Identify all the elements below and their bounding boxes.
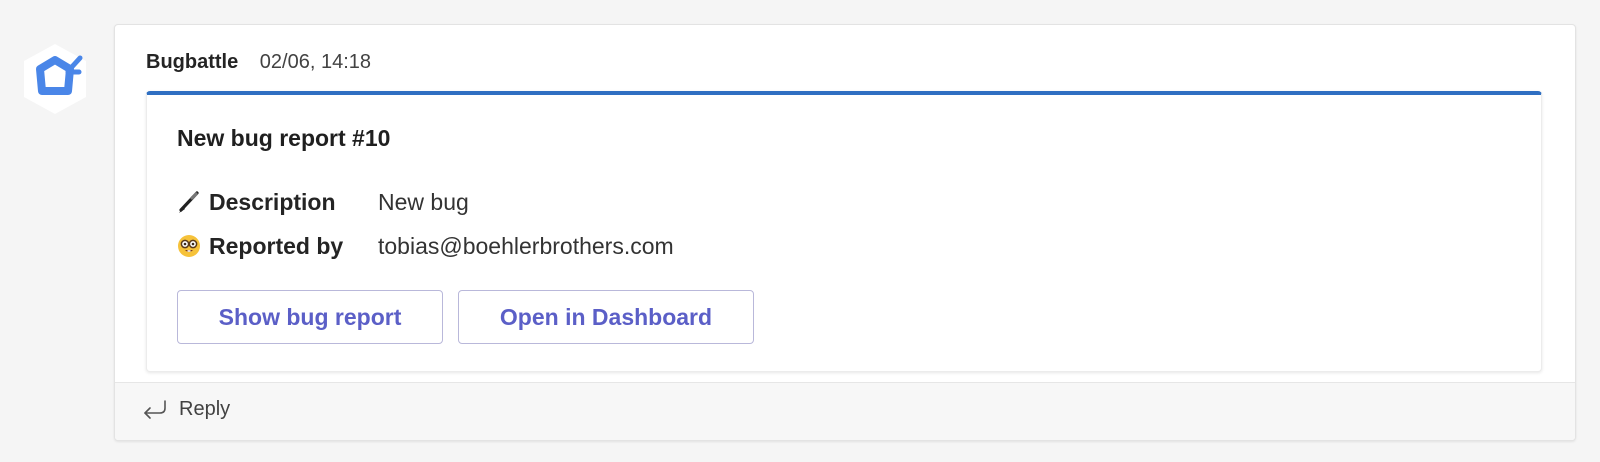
fact-reported-by: Reported by tobias@boehlerbrothers.com bbox=[177, 230, 674, 262]
fact-label: Reported by bbox=[209, 233, 344, 259]
fact-description: Description New bug bbox=[177, 186, 469, 218]
fact-value: tobias@boehlerbrothers.com bbox=[378, 233, 674, 259]
bugbattle-logo-icon bbox=[24, 44, 86, 114]
fact-label: Description bbox=[209, 189, 336, 215]
nerd-face-icon bbox=[177, 230, 201, 262]
reply-label: Reply bbox=[179, 398, 231, 420]
message-timestamp: 02/06, 14:18 bbox=[259, 51, 371, 73]
reply-arrow-icon bbox=[141, 399, 167, 428]
pen-icon bbox=[177, 186, 201, 218]
reply-bar[interactable]: Reply bbox=[115, 382, 1575, 440]
open-in-dashboard-button[interactable]: Open in Dashboard bbox=[458, 290, 754, 344]
bot-avatar[interactable] bbox=[18, 42, 92, 116]
fact-value: New bug bbox=[378, 189, 469, 215]
chat-message: Bugbattle 02/06, 14:18 New bug report #1… bbox=[114, 24, 1576, 441]
show-bug-report-button[interactable]: Show bug report bbox=[177, 290, 443, 344]
message-header: Bugbattle 02/06, 14:18 bbox=[146, 51, 371, 74]
adaptive-card: New bug report #10 Description New bug R… bbox=[146, 91, 1542, 372]
card-title: New bug report #10 bbox=[177, 125, 391, 151]
sender-name[interactable]: Bugbattle bbox=[146, 51, 238, 73]
